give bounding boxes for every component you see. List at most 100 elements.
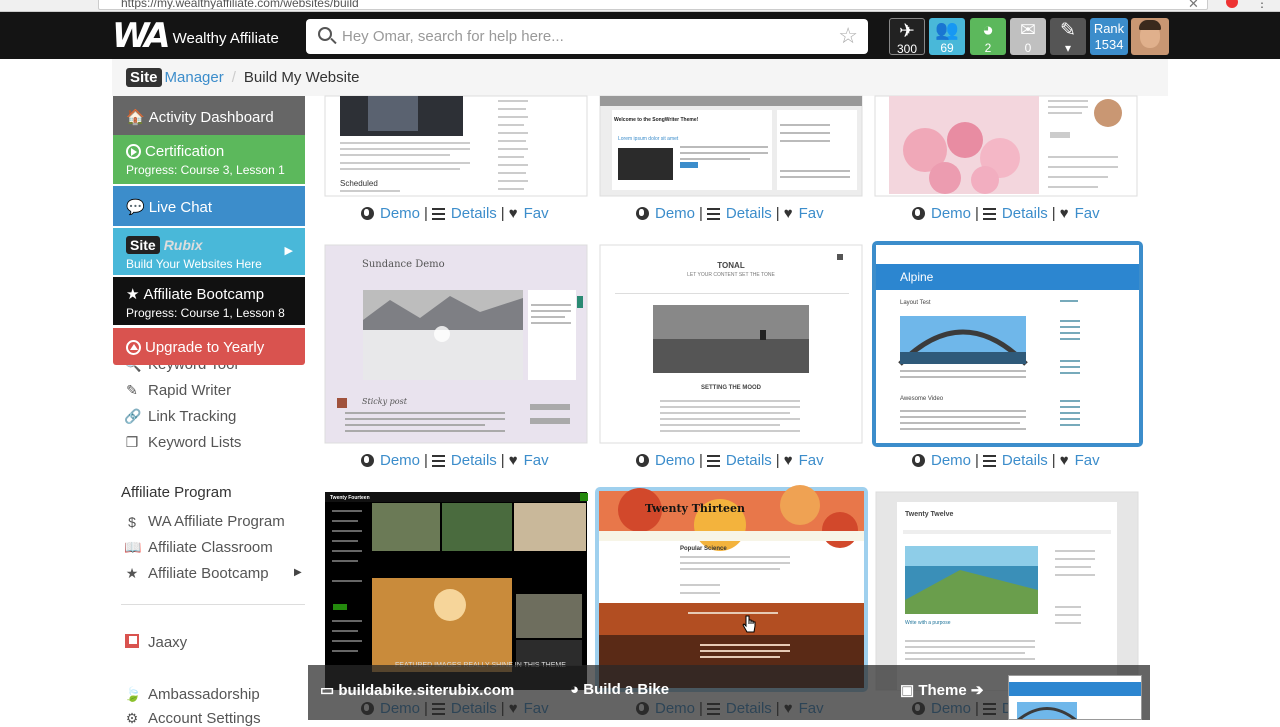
play-circle-icon: [126, 144, 141, 159]
card-links-1: Demo | Details | ♥ Fav: [361, 205, 549, 222]
menu-siterubix[interactable]: Site Rubix Build Your Websites Here ▶: [113, 228, 305, 275]
details-link[interactable]: Details: [1002, 452, 1048, 469]
card-links-4: Demo | Details | ♥ Fav: [361, 452, 549, 469]
list-icon: [431, 454, 445, 467]
globe-icon: ◕: [570, 681, 584, 698]
fav-link[interactable]: Fav: [524, 205, 549, 222]
alpine-post-title-2: Awesome Video: [900, 396, 944, 402]
details-link[interactable]: Details: [1002, 205, 1048, 222]
site-build-bar: ▭ buildabike.siterubix.com ◕ Build a Bik…: [308, 665, 1150, 720]
card-links-5: Demo | Details | ♥ Fav: [636, 452, 824, 469]
fav-link[interactable]: Fav: [524, 452, 549, 469]
details-link[interactable]: Details: [451, 205, 497, 222]
heart-icon: ♥: [508, 452, 518, 469]
star-icon: ★: [125, 565, 139, 581]
list-icon: [982, 207, 996, 220]
sidebar-divider: [121, 604, 305, 605]
demo-link[interactable]: Demo: [380, 205, 420, 222]
theme-card-twenty-fourteen[interactable]: [325, 492, 588, 690]
theme-card-twenty-twelve[interactable]: [875, 491, 1139, 691]
arrow-right-icon: ➔: [966, 682, 984, 699]
globe-icon: [912, 207, 925, 220]
fav-link[interactable]: Fav: [1075, 452, 1100, 469]
sidebar-item-link-tracking[interactable]: 🔗 Link Tracking: [124, 408, 236, 425]
twenty-thirteen-post: Popular Science: [680, 546, 727, 552]
dollar-icon: $: [128, 513, 136, 530]
siterubix-site-badge: Site: [126, 236, 160, 254]
twenty-twelve-post: Write with a purpose: [905, 620, 951, 626]
theme-card-twenty-thirteen[interactable]: [595, 485, 868, 692]
jaaxy-icon: [124, 634, 140, 651]
demo-link[interactable]: Demo: [380, 452, 420, 469]
fav-link[interactable]: Fav: [1075, 205, 1100, 222]
sidebar-item-rapid-writer[interactable]: ✎ Rapid Writer: [124, 382, 231, 399]
image-icon: ▣: [900, 682, 919, 699]
siterubix-rubix-logo: Rubix: [163, 237, 203, 253]
globe-icon: [912, 454, 925, 467]
list-icon: [706, 454, 720, 467]
affiliate-program-heading: Affiliate Program: [121, 484, 232, 501]
twenty-twelve-title: Twenty Twelve: [905, 511, 953, 518]
list-icon: [706, 207, 720, 220]
card2-post-title: Lorem ipsum dolor sit amet: [618, 136, 679, 142]
selected-theme-thumbnail[interactable]: [1008, 675, 1142, 720]
leaf-icon: 🍃: [124, 686, 142, 702]
sidebar-item-keyword-lists[interactable]: ❐ Keyword Lists: [124, 434, 242, 451]
card-links-2: Demo | Details | ♥ Fav: [636, 205, 824, 222]
globe-icon: [361, 454, 374, 467]
details-link[interactable]: Details: [726, 452, 772, 469]
sidebar-item-affiliate-classroom[interactable]: 📖 Affiliate Classroom: [124, 539, 273, 556]
demo-link[interactable]: Demo: [931, 205, 971, 222]
menu-certification[interactable]: Certification Progress: Course 3, Lesson…: [113, 135, 305, 184]
sidebar-item-wa-affiliate-program[interactable]: $ WA Affiliate Program: [124, 513, 285, 530]
hand-cursor-icon: [742, 615, 756, 633]
card-links-3: Demo | Details | ♥ Fav: [912, 205, 1100, 222]
details-link[interactable]: Details: [726, 205, 772, 222]
site-title: ◕ Build a Bike: [570, 681, 670, 698]
heart-icon: ♥: [508, 205, 518, 222]
theme-selector[interactable]: ▣ Theme ➔: [900, 681, 983, 699]
alpine-title: Alpine: [900, 270, 934, 284]
sundance-post-title: Sticky post: [362, 397, 408, 406]
menu-upgrade[interactable]: Upgrade to Yearly: [113, 328, 305, 365]
home-icon: 🏠: [126, 109, 145, 126]
tonal-tagline: LET YOUR CONTENT SET THE TONE: [687, 272, 775, 278]
sidebar-item-jaaxy[interactable]: Jaaxy: [124, 634, 187, 651]
theme-card-sundance[interactable]: [324, 244, 588, 444]
site-domain[interactable]: ▭ buildabike.siterubix.com: [320, 681, 514, 699]
copy-icon: ❐: [125, 434, 139, 450]
chevron-right-icon: ▶: [294, 567, 302, 578]
twenty-thirteen-title: Twenty Thirteen: [645, 502, 745, 515]
heart-icon: ♥: [783, 205, 793, 222]
globe-icon: [361, 207, 374, 220]
card1-post-title: Scheduled: [340, 179, 378, 188]
card2-title: Welcome to the SongWriter Theme!: [614, 117, 699, 123]
thumbnail-preview: [1009, 682, 1141, 719]
heart-icon: ♥: [1059, 205, 1069, 222]
demo-link[interactable]: Demo: [655, 205, 695, 222]
tonal-title: TONAL: [717, 261, 745, 270]
fav-link[interactable]: Fav: [799, 205, 824, 222]
star-icon: ★: [126, 286, 140, 303]
menu-activity-dashboard[interactable]: 🏠 Activity Dashboard: [113, 96, 305, 135]
card-links-6: Demo | Details | ♥ Fav: [912, 452, 1100, 469]
fav-link[interactable]: Fav: [799, 452, 824, 469]
theme-card-2[interactable]: [599, 95, 863, 197]
sidebar-item-ambassadorship[interactable]: 🍃 Ambassadorship: [124, 686, 260, 703]
gear-icon: ⚙: [125, 710, 139, 726]
demo-link[interactable]: Demo: [655, 452, 695, 469]
heart-icon: ♥: [783, 452, 793, 469]
menu-affiliate-bootcamp[interactable]: ★ Affiliate Bootcamp Progress: Course 1, …: [113, 277, 305, 325]
chevron-right-icon: ▶: [284, 245, 293, 257]
sidebar-item-affiliate-bootcamp[interactable]: ★ Affiliate Bootcamp: [124, 565, 269, 582]
twenty-fourteen-title: Twenty Fourteen: [330, 495, 370, 501]
theme-card-3[interactable]: [874, 95, 1138, 197]
globe-icon: [636, 454, 649, 467]
sidebar-item-account-settings[interactable]: ⚙ Account Settings: [124, 710, 261, 727]
alpine-post-title: Layout Test: [900, 300, 931, 306]
menu-live-chat[interactable]: 💬 Live Chat: [113, 186, 305, 226]
list-icon: [431, 207, 445, 220]
demo-link[interactable]: Demo: [931, 452, 971, 469]
details-link[interactable]: Details: [451, 452, 497, 469]
heart-icon: ♥: [1059, 452, 1069, 469]
